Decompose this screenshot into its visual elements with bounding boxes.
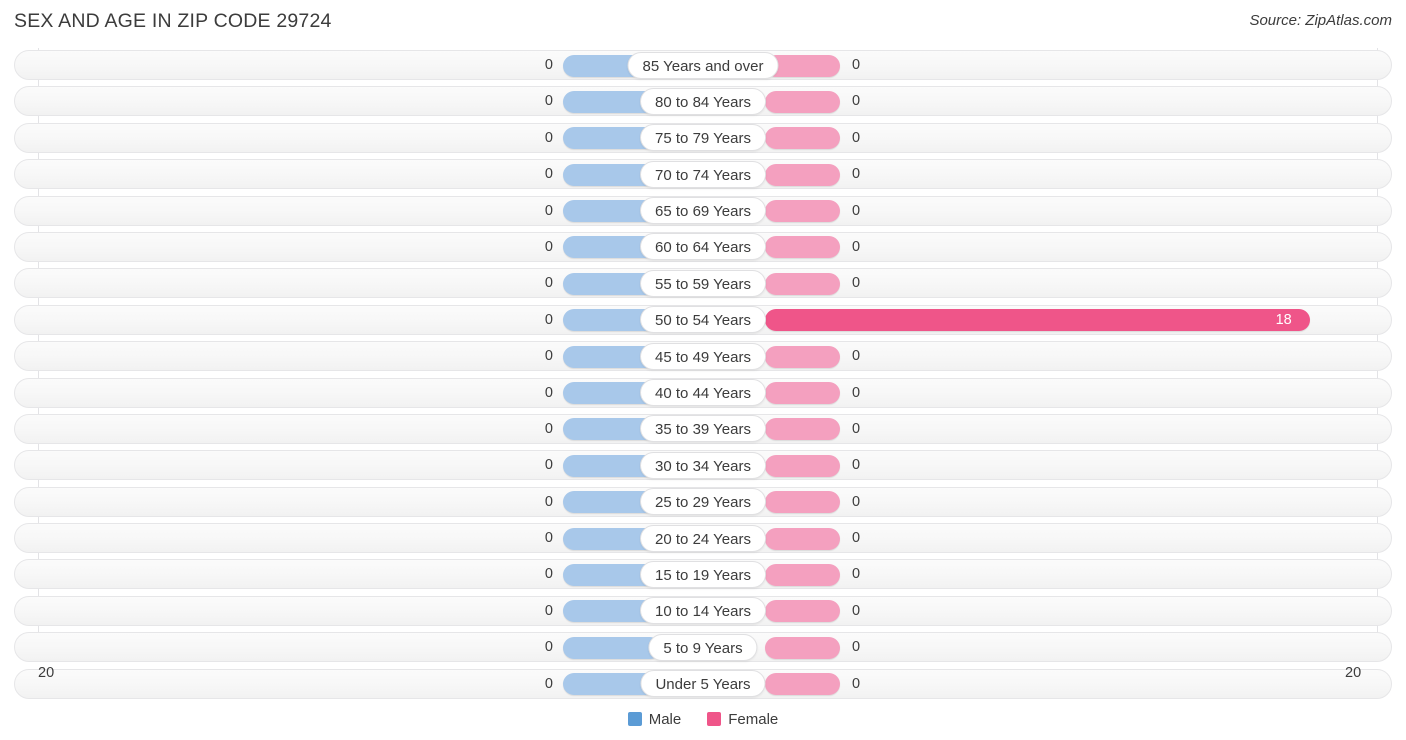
pyramid-row: 0 0 75 to 79 Years — [0, 121, 1406, 157]
legend-label: Female — [728, 710, 779, 728]
male-value-label: 0 — [544, 493, 553, 510]
male-value-label: 0 — [544, 166, 553, 183]
female-value-label: 0 — [852, 275, 861, 292]
female-bar — [765, 563, 840, 586]
female-value-label: 0 — [852, 348, 861, 365]
age-group-label: 45 to 49 Years — [640, 342, 766, 370]
female-value-label: 0 — [852, 93, 861, 110]
age-group-label: 10 to 14 Years — [640, 597, 766, 625]
pyramid-row: 0 0 85 Years and over — [0, 48, 1406, 84]
male-bar — [563, 636, 661, 659]
male-value-label: 0 — [544, 566, 553, 583]
female-bar — [765, 272, 840, 295]
female-bar — [765, 309, 1310, 332]
female-bar — [765, 236, 840, 259]
female-bar — [765, 345, 840, 368]
pyramid-row: 0 0 70 to 74 Years — [0, 157, 1406, 193]
female-value-label: 0 — [852, 530, 861, 547]
male-value-label: 0 — [544, 420, 553, 437]
page-title: SEX AND AGE IN ZIP CODE 29724 — [14, 10, 332, 32]
male-value-label: 0 — [544, 238, 553, 255]
male-value-label: 0 — [544, 93, 553, 110]
age-group-label: 75 to 79 Years — [640, 124, 766, 152]
female-value-label: 0 — [852, 566, 861, 583]
age-group-label: 80 to 84 Years — [640, 87, 766, 115]
age-group-label: 55 to 59 Years — [640, 269, 766, 297]
female-bar — [765, 527, 840, 550]
female-value-label: 0 — [852, 457, 861, 474]
pyramid-row: 0 0 65 to 69 Years — [0, 194, 1406, 230]
pyramid-row: 0 0 15 to 19 Years — [0, 557, 1406, 593]
pyramid-row: 0 0 55 to 59 Years — [0, 266, 1406, 302]
male-value-label: 0 — [544, 57, 553, 73]
age-group-label: 20 to 24 Years — [640, 524, 766, 552]
male-value-label: 0 — [544, 530, 553, 547]
male-value-label: 0 — [544, 457, 553, 474]
female-bar — [765, 600, 840, 623]
chart-header: SEX AND AGE IN ZIP CODE 29724 Source: Zi… — [0, 0, 1406, 46]
age-group-label: 15 to 19 Years — [640, 560, 766, 588]
chart-legend: Male Female — [0, 703, 1406, 735]
pyramid-row: 0 0 60 to 64 Years — [0, 230, 1406, 266]
pyramid-row: 0 0 10 to 14 Years — [0, 594, 1406, 630]
pyramid-plot-area: 0 0 85 Years and over 0 0 80 to 84 Years 0 0 75 … — [0, 48, 1406, 703]
age-group-label: 30 to 34 Years — [640, 451, 766, 479]
legend-item-female[interactable]: Female — [707, 711, 778, 728]
female-bar — [765, 163, 840, 186]
male-value-label: 0 — [544, 202, 553, 219]
age-group-label: 25 to 29 Years — [640, 488, 766, 516]
female-value-label: 0 — [852, 420, 861, 437]
male-value-label: 0 — [544, 602, 553, 619]
pyramid-row: 0 0 25 to 29 Years — [0, 485, 1406, 521]
age-group-label: 60 to 64 Years — [640, 233, 766, 261]
male-value-label: 0 — [544, 129, 553, 146]
female-bar — [765, 127, 840, 150]
legend-swatch-icon — [707, 712, 722, 726]
axis-tick-right: 20 — [1345, 665, 1362, 681]
female-value-label: 0 — [852, 166, 861, 183]
pyramid-row: 0 0 45 to 49 Years — [0, 339, 1406, 375]
age-group-label: 85 Years and over — [627, 51, 779, 79]
female-bar — [765, 454, 840, 477]
female-value-label: 18 — [1275, 311, 1292, 328]
source-attribution: Source: ZipAtlas.com — [1249, 12, 1392, 29]
male-value-label: 0 — [544, 639, 553, 656]
female-value-label: 0 — [852, 602, 861, 619]
female-value-label: 0 — [852, 493, 861, 510]
female-bar — [765, 418, 840, 441]
male-value-label: 0 — [544, 384, 553, 401]
pyramid-row: 0 18 50 to 54 Years — [0, 303, 1406, 339]
female-bar — [765, 382, 840, 405]
axis-row: 20 20 — [0, 657, 1406, 687]
pyramid-row: 0 0 80 to 84 Years — [0, 84, 1406, 120]
pyramid-row: 0 0 40 to 44 Years — [0, 376, 1406, 412]
age-group-label: 40 to 44 Years — [640, 379, 766, 407]
age-group-label: 35 to 39 Years — [640, 415, 766, 443]
female-value-label: 0 — [852, 57, 861, 73]
age-group-label: 70 to 74 Years — [640, 160, 766, 188]
male-value-label: 0 — [544, 311, 553, 328]
male-value-label: 0 — [544, 275, 553, 292]
female-bar — [765, 90, 840, 113]
pyramid-row: 0 0 30 to 34 Years — [0, 448, 1406, 484]
female-value-label: 0 — [852, 202, 861, 219]
female-value-label: 0 — [852, 639, 861, 656]
female-bar — [765, 491, 840, 514]
female-bar — [765, 636, 840, 659]
female-value-label: 0 — [852, 384, 861, 401]
legend-swatch-icon — [627, 712, 642, 726]
pyramid-rows: 0 0 85 Years and over 0 0 80 to 84 Years 0 0 75 … — [0, 48, 1406, 703]
male-value-label: 0 — [544, 348, 553, 365]
chart-page: SEX AND AGE IN ZIP CODE 29724 Source: Zi… — [0, 0, 1406, 740]
axis-tick-left: 20 — [38, 665, 55, 681]
pyramid-row: 0 0 20 to 24 Years — [0, 521, 1406, 557]
legend-label: Male — [648, 710, 682, 728]
female-value-label: 0 — [852, 238, 861, 255]
female-bar — [765, 200, 840, 223]
legend-item-male[interactable]: Male — [627, 710, 682, 728]
age-group-label: 50 to 54 Years — [640, 306, 766, 334]
pyramid-row: 0 0 35 to 39 Years — [0, 412, 1406, 448]
female-value-label: 0 — [852, 129, 861, 146]
age-group-label: 65 to 69 Years — [640, 197, 766, 225]
